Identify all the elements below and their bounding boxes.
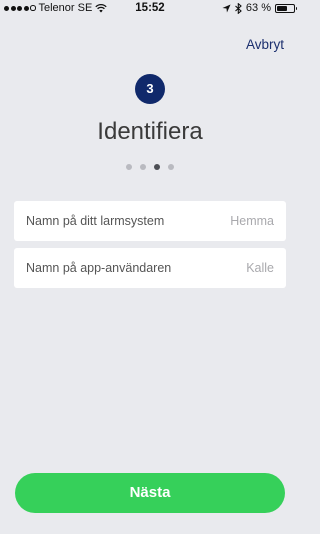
app-user-name-placeholder: Kalle	[246, 261, 274, 275]
battery-fill	[277, 5, 288, 11]
page-dot	[140, 164, 146, 170]
status-right: 63 %	[222, 2, 297, 14]
page-dot-active	[154, 164, 160, 170]
page-indicator	[0, 164, 300, 170]
alarm-system-name-placeholder: Hemma	[230, 214, 274, 228]
step-number-badge: 3	[135, 74, 165, 104]
battery-percent: 63 %	[245, 2, 271, 14]
page-dot	[168, 164, 174, 170]
alarm-system-name-label: Namn på ditt larmsystem	[26, 214, 165, 228]
page-dot	[126, 164, 132, 170]
alarm-system-name-field[interactable]: Namn på ditt larmsystem Hemma	[14, 201, 286, 241]
app-user-name-field[interactable]: Namn på app-användaren Kalle	[14, 248, 286, 288]
page-title: Identifiera	[97, 118, 203, 145]
status-bar: Telenor SE 15:52 63 %	[0, 0, 300, 18]
app-user-name-label: Namn på app-användaren	[26, 261, 172, 275]
next-button[interactable]: Nästa	[15, 473, 285, 513]
cancel-button[interactable]: Avbryt	[246, 37, 284, 52]
bluetooth-icon	[235, 2, 242, 14]
battery-icon	[275, 3, 297, 13]
location-icon	[222, 3, 231, 13]
